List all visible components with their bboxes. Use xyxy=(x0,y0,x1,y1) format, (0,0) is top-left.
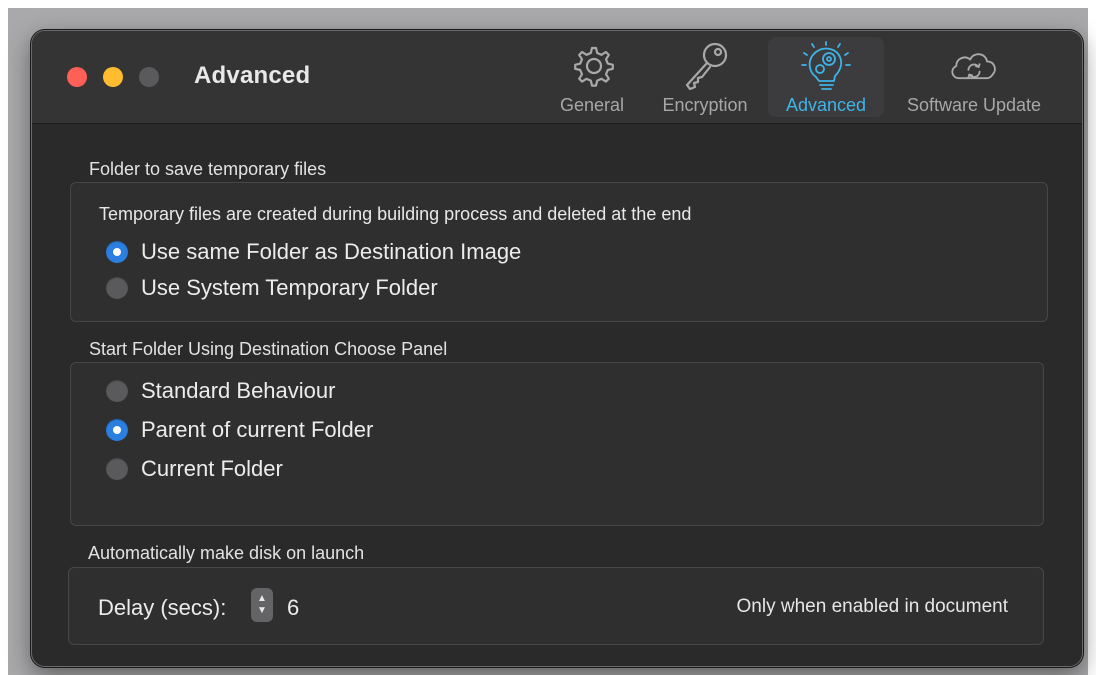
stepper-down-icon[interactable]: ▼ xyxy=(257,605,267,617)
minimize-window-button[interactable] xyxy=(103,67,123,87)
start-folder-section-title: Start Folder Using Destination Choose Pa… xyxy=(89,339,448,359)
tab-encryption[interactable]: Encryption xyxy=(650,37,760,117)
tab-software-update[interactable]: Software Update xyxy=(894,37,1054,117)
stepper-up-icon[interactable]: ▲ xyxy=(257,593,267,605)
key-icon xyxy=(677,41,733,93)
radio-parent-folder[interactable]: Parent of current Folder xyxy=(106,417,373,443)
radio-system-temp-folder[interactable]: Use System Temporary Folder xyxy=(106,275,438,301)
radio-same-folder[interactable]: Use same Folder as Destination Image xyxy=(106,239,521,265)
tab-advanced-label: Advanced xyxy=(785,95,867,115)
tab-advanced[interactable]: Advanced xyxy=(768,37,884,117)
radio-label: Use System Temporary Folder xyxy=(141,275,438,300)
lightbulb-gears-icon xyxy=(798,41,854,93)
radio-label: Use same Folder as Destination Image xyxy=(141,239,522,264)
delay-label: Delay (secs): xyxy=(98,595,227,620)
delay-value: 6 xyxy=(287,595,300,620)
tab-software-update-label: Software Update xyxy=(906,95,1042,115)
radio-standard-behaviour[interactable]: Standard Behaviour xyxy=(106,378,335,404)
radio-button[interactable] xyxy=(106,458,128,480)
radio-label: Standard Behaviour xyxy=(141,378,336,403)
zoom-window-button[interactable] xyxy=(139,67,159,87)
radio-button[interactable] xyxy=(106,277,128,299)
tab-encryption-label: Encryption xyxy=(662,95,748,115)
preferences-window: Advanced General Encryption Advanced Sof… xyxy=(31,30,1083,667)
radio-button-selected[interactable] xyxy=(106,419,128,441)
delay-stepper[interactable]: ▲ ▼ xyxy=(251,588,273,622)
radio-button[interactable] xyxy=(106,380,128,402)
temp-folder-description: Temporary files are created during build… xyxy=(99,204,692,224)
window-title: Advanced xyxy=(194,62,311,89)
cloud-sync-icon xyxy=(946,41,1002,93)
title-bar: Advanced General Encryption Advanced Sof… xyxy=(32,31,1082,124)
radio-current-folder[interactable]: Current Folder xyxy=(106,456,283,482)
tab-general-label: General xyxy=(559,95,625,115)
only-when-enabled-note: Only when enabled in document xyxy=(736,596,1008,617)
temp-folder-section-title: Folder to save temporary files xyxy=(89,159,327,179)
tab-general[interactable]: General xyxy=(550,37,634,117)
radio-label: Parent of current Folder xyxy=(141,417,374,442)
radio-label: Current Folder xyxy=(141,456,283,481)
gear-icon xyxy=(564,41,620,93)
radio-button-selected[interactable] xyxy=(106,241,128,263)
auto-disk-section-title: Automatically make disk on launch xyxy=(88,543,365,563)
close-window-button[interactable] xyxy=(67,67,87,87)
